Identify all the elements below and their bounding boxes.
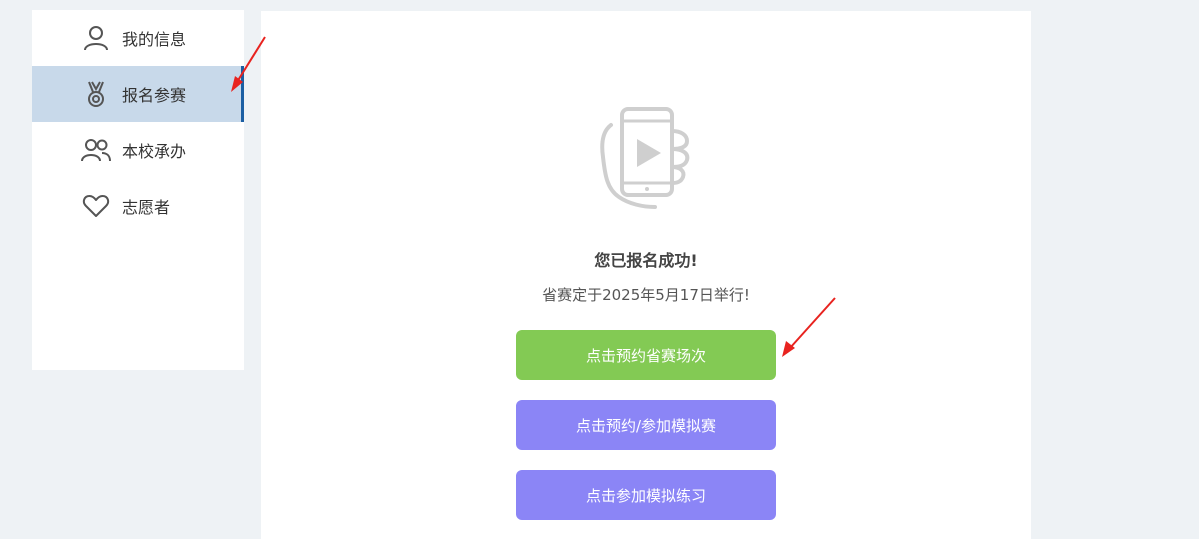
heart-icon (80, 190, 112, 222)
success-title: 您已报名成功! (594, 251, 698, 270)
main-content-panel: 您已报名成功! 省赛定于2025年5月17日举行! 点击预约省赛场次 点击预约/… (261, 11, 1031, 539)
users-icon (80, 134, 112, 166)
medal-icon (80, 78, 112, 110)
sidebar-item-register-compete[interactable]: 报名参赛 (32, 66, 244, 122)
join-mock-practice-button[interactable]: 点击参加模拟练习 (516, 470, 776, 520)
sidebar-item-school-host[interactable]: 本校承办 (32, 122, 244, 178)
reserve-mock-contest-button[interactable]: 点击预约/参加模拟赛 (516, 400, 776, 450)
sidebar-item-label: 志愿者 (122, 198, 171, 217)
sidebar-item-label: 本校承办 (122, 142, 187, 161)
reserve-provincial-session-button[interactable]: 点击预约省赛场次 (516, 330, 776, 380)
sidebar-item-my-info[interactable]: 我的信息 (32, 10, 244, 66)
sidebar-item-volunteer[interactable]: 志愿者 (32, 178, 244, 234)
sidebar-item-label: 报名参赛 (122, 86, 187, 105)
phone-video-icon (597, 103, 697, 213)
user-icon (80, 22, 112, 54)
sidebar-item-label: 我的信息 (122, 30, 187, 49)
sidebar: 我的信息 报名参赛 本校承办 志愿者 (32, 10, 244, 370)
competition-date-notice: 省赛定于2025年5月17日举行! (542, 286, 750, 304)
